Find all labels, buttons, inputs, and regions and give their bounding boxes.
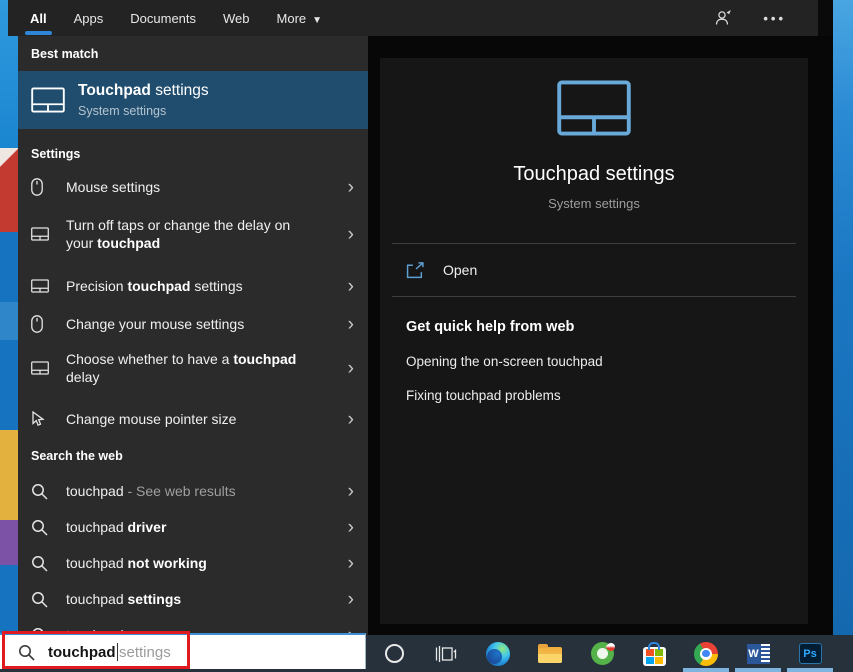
tab-all[interactable]: All: [30, 11, 47, 26]
open-action[interactable]: Open: [380, 244, 808, 296]
desktop-wallpaper-left: [0, 0, 18, 635]
chevron-right-icon[interactable]: [348, 554, 354, 573]
more-options-icon[interactable]: •••: [763, 11, 786, 26]
cortana-icon[interactable]: [368, 635, 420, 672]
mouse-icon: [31, 315, 57, 333]
file-explorer-icon[interactable]: [524, 635, 576, 672]
result-change-mouse-settings[interactable]: Change your mouse settings: [18, 306, 368, 342]
chrome-icon[interactable]: [680, 635, 732, 672]
section-header-best-match: Best match: [31, 45, 368, 63]
touchpad-icon: [31, 87, 65, 113]
touchpad-icon: [31, 361, 57, 375]
search-icon: [31, 591, 57, 608]
edge-icon[interactable]: [472, 635, 524, 672]
tab-web[interactable]: Web: [223, 11, 250, 26]
tab-apps[interactable]: Apps: [74, 11, 104, 26]
search-inline-suggestion: settings: [119, 644, 171, 661]
running-indicator: [787, 668, 833, 672]
help-header: Get quick help from web: [406, 319, 808, 335]
text-cursor: [117, 643, 119, 661]
help-link-onscreen-touchpad[interactable]: Opening the on-screen touchpad: [406, 354, 808, 369]
preview-title: Touchpad settings: [380, 163, 808, 186]
app-partial-icon[interactable]: [836, 635, 853, 672]
chevron-right-icon[interactable]: [348, 178, 354, 197]
tab-documents[interactable]: Documents: [130, 11, 196, 26]
touchpad-icon: [31, 279, 57, 293]
open-external-icon: [406, 262, 425, 279]
microsoft-store-icon[interactable]: [628, 635, 680, 672]
search-icon: [31, 483, 57, 500]
preview-card: Touchpad settings System settings Open G…: [380, 58, 808, 624]
search-results-panel: Best match Touchpad settings System sett…: [18, 36, 368, 635]
mouse-icon: [31, 178, 57, 196]
help-link-fixing-problems[interactable]: Fixing touchpad problems: [406, 388, 808, 403]
word-icon[interactable]: W: [732, 635, 784, 672]
windows-search-screen: All Apps Documents Web More▼ ••• Best ma…: [0, 0, 853, 672]
preview-subtitle: System settings: [380, 196, 808, 211]
chevron-down-icon: ▼: [312, 15, 322, 26]
tab-more[interactable]: More▼: [277, 11, 323, 26]
open-label: Open: [443, 262, 477, 278]
best-match-result[interactable]: Touchpad settings System settings: [18, 71, 368, 129]
result-pointer-size[interactable]: Change mouse pointer size: [18, 401, 368, 437]
search-icon: [18, 644, 35, 661]
result-mouse-settings[interactable]: Mouse settings: [18, 169, 368, 205]
touchpad-icon: [31, 227, 57, 241]
result-touchpad-delay[interactable]: Choose whether to have a touchpad delay: [18, 342, 368, 394]
result-turn-off-taps[interactable]: Turn off taps or change the delay on you…: [18, 208, 368, 260]
search-icon: [31, 555, 57, 572]
best-match-subtitle: System settings: [78, 104, 209, 118]
result-precision-touchpad[interactable]: Precision touchpad settings: [18, 268, 368, 304]
web-result-touchpad-not-working[interactable]: touchpad not working: [18, 545, 368, 581]
search-filter-tabs: All Apps Documents Web More▼ •••: [8, 0, 818, 36]
account-icon[interactable]: [713, 8, 733, 28]
chevron-right-icon[interactable]: [348, 315, 354, 334]
search-icon: [31, 519, 57, 536]
pointer-icon: [31, 411, 57, 427]
coccoc-browser-icon[interactable]: [576, 635, 628, 672]
photoshop-icon[interactable]: Ps: [784, 635, 836, 672]
chevron-right-icon[interactable]: [348, 410, 354, 429]
chevron-right-icon[interactable]: [348, 482, 354, 501]
running-indicator: [683, 668, 729, 672]
chevron-right-icon[interactable]: [348, 590, 354, 609]
task-view-icon[interactable]: [420, 635, 472, 672]
search-query-text: touchpad: [48, 644, 116, 661]
chevron-right-icon[interactable]: [348, 359, 354, 378]
web-result-touchpad-driver[interactable]: touchpad driver: [18, 509, 368, 545]
web-result-touchpad-settings[interactable]: touchpad settings: [18, 581, 368, 617]
preview-panel: Touchpad settings System settings Open G…: [368, 36, 833, 635]
running-indicator: [735, 668, 781, 672]
chevron-right-icon[interactable]: [348, 277, 354, 296]
touchpad-icon: [557, 80, 631, 141]
taskbar-search-input[interactable]: touchpad settings: [0, 633, 366, 669]
best-match-title: Touchpad settings: [78, 82, 209, 100]
chevron-right-icon[interactable]: [348, 518, 354, 537]
section-header-search-web: Search the web: [31, 447, 368, 465]
chevron-right-icon[interactable]: [348, 225, 354, 244]
desktop-wallpaper-right: [833, 0, 853, 635]
section-header-settings: Settings: [31, 145, 368, 163]
web-result-touchpad[interactable]: touchpad - See web results: [18, 473, 368, 509]
